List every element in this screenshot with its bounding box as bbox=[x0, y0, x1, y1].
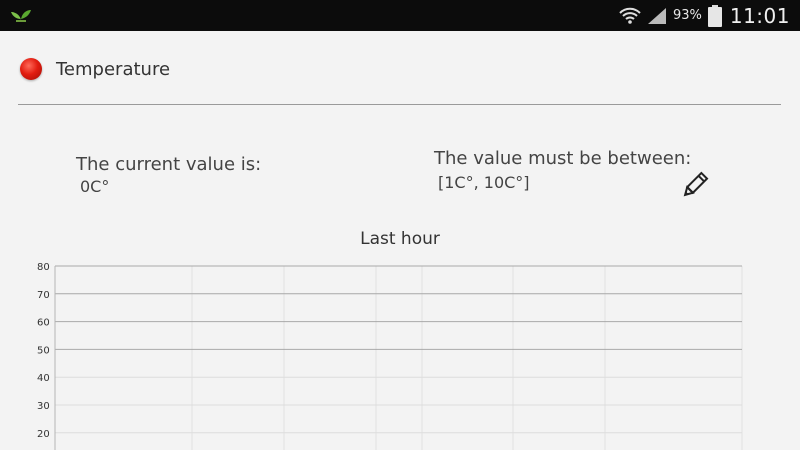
y-tick-label: 70 bbox=[37, 290, 50, 301]
y-tick-label: 60 bbox=[37, 318, 50, 329]
y-tick-label: 80 bbox=[37, 262, 50, 273]
y-tick-label: 40 bbox=[37, 373, 50, 384]
chart: 80 70 60 50 40 30 20 bbox=[37, 262, 743, 450]
y-tick-label: 50 bbox=[37, 345, 50, 356]
y-tick-label: 30 bbox=[37, 401, 50, 412]
y-tick-label: 20 bbox=[37, 429, 50, 440]
